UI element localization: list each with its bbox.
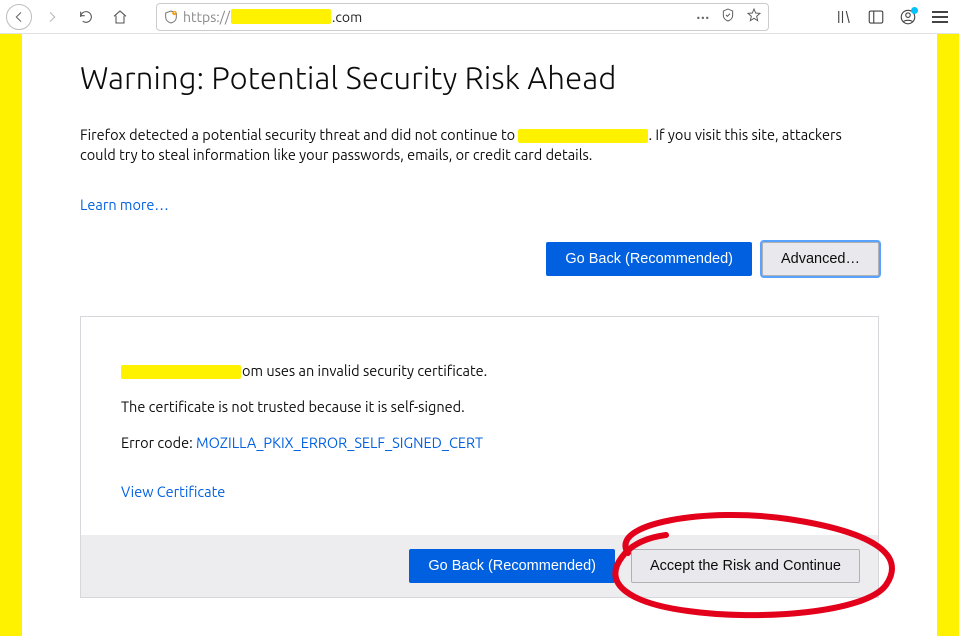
error-code-line: Error code: MOZILLA_PKIX_ERROR_SELF_SIGN… [121, 433, 838, 453]
redacted-domain [231, 9, 331, 24]
url-suffix: .com [332, 9, 362, 25]
url-bar-actions: ··· [697, 7, 762, 26]
security-warning-icon [163, 9, 179, 25]
account-icon[interactable] [899, 8, 917, 26]
error-code-label: Error code: [121, 434, 196, 451]
learn-more-row: Learn more… [80, 196, 879, 214]
browser-toolbar: https:// .com ··· [0, 0, 959, 34]
warning-body-part1: Firefox detected a potential security th… [80, 126, 518, 143]
app-menu-button[interactable] [931, 8, 949, 26]
forward-button[interactable] [38, 3, 66, 31]
notification-dot [911, 7, 918, 14]
safety-frame: Warning: Potential Security Risk Ahead F… [0, 34, 959, 636]
go-back-button-2[interactable]: Go Back (Recommended) [409, 549, 615, 583]
top-button-row: Go Back (Recommended) Advanced… [80, 242, 879, 276]
accept-risk-button[interactable]: Accept the Risk and Continue [631, 549, 860, 583]
view-certificate-link[interactable]: View Certificate [121, 483, 225, 500]
page-title: Warning: Potential Security Risk Ahead [80, 60, 879, 95]
url-bar[interactable]: https:// .com ··· [156, 3, 769, 31]
go-back-button[interactable]: Go Back (Recommended) [546, 242, 752, 276]
advanced-details-panel: om uses an invalid security certificate.… [80, 316, 879, 599]
details-line-self-signed: The certificate is not trusted because i… [121, 397, 838, 417]
advanced-button[interactable]: Advanced… [762, 242, 879, 276]
redacted-site-name-2 [121, 365, 241, 379]
url-text: https:// .com [183, 9, 687, 25]
hamburger-icon [932, 11, 948, 23]
toolbar-right-icons [835, 8, 949, 26]
home-button[interactable] [106, 3, 134, 31]
back-button[interactable] [6, 4, 32, 30]
details-line1-suffix: om uses an invalid security certificate. [242, 362, 487, 379]
view-certificate-row: View Certificate [121, 483, 838, 501]
reader-shield-icon[interactable] [720, 7, 736, 26]
warning-body: Firefox detected a potential security th… [80, 125, 879, 166]
error-code-link[interactable]: MOZILLA_PKIX_ERROR_SELF_SIGNED_CERT [196, 434, 483, 451]
url-scheme: https:// [183, 9, 230, 25]
library-icon[interactable] [835, 8, 853, 26]
sidebar-icon[interactable] [867, 8, 885, 26]
learn-more-link[interactable]: Learn more… [80, 196, 169, 213]
reload-button[interactable] [72, 3, 100, 31]
details-line-invalid-cert: om uses an invalid security certificate. [121, 361, 838, 381]
details-button-row: Go Back (Recommended) Accept the Risk an… [81, 535, 878, 597]
page-actions-ellipsis[interactable]: ··· [697, 9, 710, 25]
details-inner: om uses an invalid security certificate.… [81, 317, 878, 536]
bookmark-star-icon[interactable] [746, 7, 762, 26]
error-page: Warning: Potential Security Risk Ahead F… [22, 34, 937, 636]
redacted-site-name [518, 129, 648, 143]
